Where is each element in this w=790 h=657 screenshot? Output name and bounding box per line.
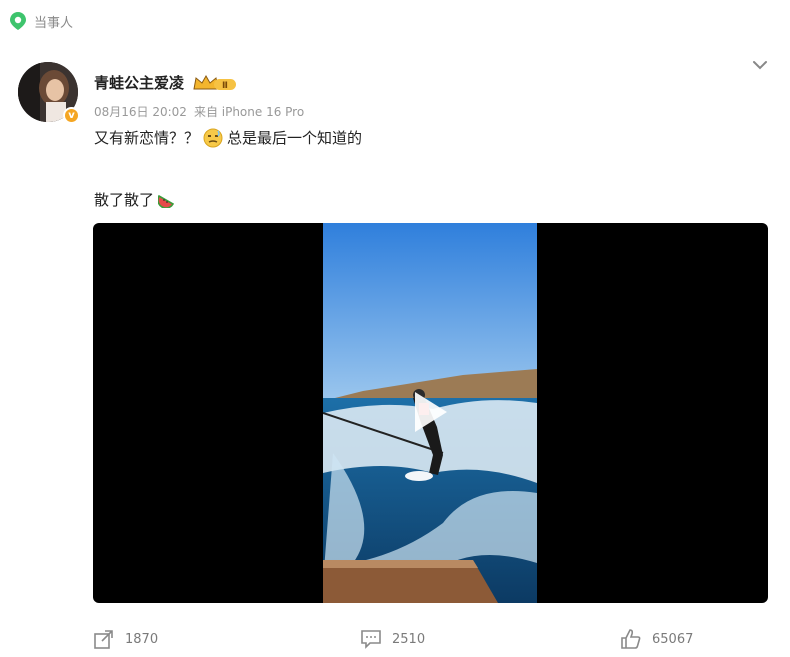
watermelon-icon (158, 194, 175, 208)
post-meta: 08月16日 20:02 来自 iPhone 16 Pro (94, 103, 304, 120)
author-row: 青蛙公主爱凌 Ⅱ (94, 72, 238, 93)
video-player[interactable] (93, 223, 768, 603)
svg-text:Ⅱ: Ⅱ (222, 81, 228, 91)
thumbs-up-icon (621, 629, 641, 649)
comment-count: 2510 (392, 631, 426, 647)
share-icon (94, 630, 113, 649)
awkward-face-icon (203, 128, 223, 147)
verified-badge-icon: v (63, 107, 80, 124)
post-source: 来自 iPhone 16 Pro (193, 105, 305, 119)
event-tag[interactable]: 当事人 (8, 8, 73, 34)
like-count: 65067 (652, 631, 694, 647)
post-text-part2: 总是最后一个知道的 (227, 129, 363, 147)
like-button[interactable]: 65067 (620, 628, 693, 650)
share-button[interactable]: 1870 (93, 628, 158, 650)
chevron-down-icon[interactable] (750, 55, 770, 75)
comment-button[interactable]: 2510 (360, 628, 425, 650)
post-date[interactable]: 08月16日 20:02 (94, 103, 187, 120)
share-count: 1870 (125, 631, 159, 647)
action-bar: 1870 2510 65067 (0, 620, 790, 657)
author-name[interactable]: 青蛙公主爱凌 (94, 72, 184, 93)
post-text-part3: 散了散了 (94, 191, 155, 209)
post-text-part1: 又有新恋情？？ (94, 129, 200, 147)
comment-icon (361, 630, 381, 649)
post-text-line2: 散了散了 (94, 189, 175, 210)
crown-level-badge-icon[interactable]: Ⅱ (192, 73, 238, 93)
event-tag-label: 当事人 (34, 15, 74, 31)
author-avatar[interactable]: v (18, 62, 80, 124)
play-icon[interactable] (411, 389, 451, 435)
location-pin-icon (10, 12, 26, 30)
post-text-line1: 又有新恋情？？ 总是最后一个知道的 (94, 127, 362, 148)
